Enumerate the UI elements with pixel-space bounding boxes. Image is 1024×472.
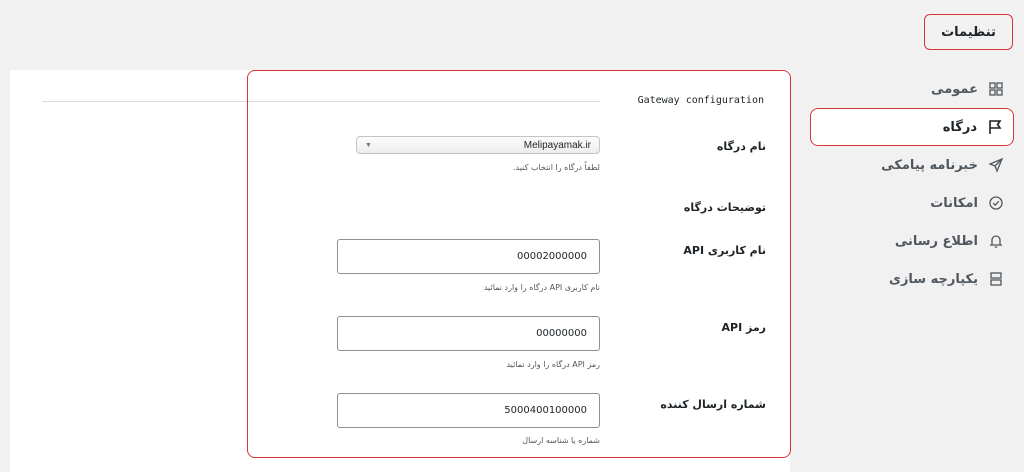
sender-number-label: شماره ارسال کننده <box>660 398 766 411</box>
api-password-help: رمز API درگاه را وارد نمائید <box>506 360 600 369</box>
gateway-description-label: توضیحات درگاه <box>683 201 766 214</box>
send-icon <box>988 157 1004 173</box>
chevron-down-icon: ▼ <box>365 141 372 149</box>
flag-icon <box>987 119 1003 135</box>
sidebar-item-features[interactable]: امکانات <box>800 184 1024 222</box>
api-password-field[interactable] <box>337 316 600 351</box>
sidebar-item-label: درگاه <box>942 119 977 135</box>
check-circle-icon <box>988 195 1004 211</box>
integration-icon <box>988 271 1004 287</box>
sidebar-item-label: خبرنامه پیامکی <box>881 157 978 173</box>
gateway-name-label: نام درگاه <box>716 140 766 153</box>
sender-number-help: شماره یا شناسه ارسال <box>522 436 600 445</box>
gateway-select-value: Melipayamak.ir <box>523 139 591 151</box>
gateway-select[interactable]: ▼ Melipayamak.ir <box>356 136 600 154</box>
sidebar-item-integration[interactable]: یکپارچه سازی <box>800 260 1024 298</box>
api-password-label: رمز API <box>721 321 767 334</box>
page-title: تنظیمات <box>924 14 1013 50</box>
section-title: Gateway configuration <box>637 95 764 106</box>
gateway-name-help: لطفاً درگاه را انتخاب کنید. <box>513 163 600 172</box>
api-username-help: نام کاربری API درگاه را وارد نمائید <box>483 283 600 292</box>
sidebar-item-notifications[interactable]: اطلاع رسانی <box>800 222 1024 260</box>
sidebar-item-label: اطلاع رسانی <box>894 233 978 249</box>
grid-icon <box>988 81 1004 97</box>
api-username-field[interactable] <box>337 239 600 274</box>
settings-sidebar: عمومی درگاه خبرنامه پیامکی امکانات اطلاع… <box>800 70 1024 298</box>
sidebar-item-gateway[interactable]: درگاه <box>810 108 1014 146</box>
sidebar-item-sms-newsletter[interactable]: خبرنامه پیامکی <box>800 146 1024 184</box>
sidebar-item-label: عمومی <box>931 81 978 97</box>
bell-icon <box>988 233 1004 249</box>
sidebar-item-label: امکانات <box>930 195 978 211</box>
sidebar-item-general[interactable]: عمومی <box>800 70 1024 108</box>
sender-number-field[interactable] <box>337 393 600 428</box>
api-username-label: نام کاربری API <box>683 244 766 257</box>
sidebar-item-label: یکپارچه سازی <box>889 271 978 287</box>
